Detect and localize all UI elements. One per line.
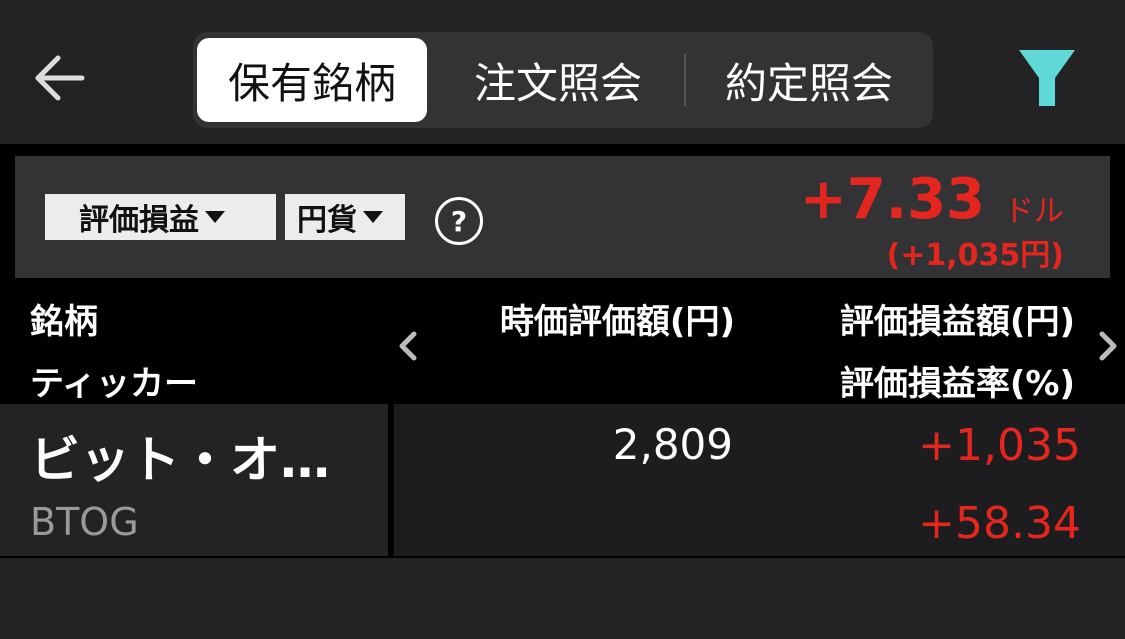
- col-market-value: 時価評価額(円): [499, 302, 735, 342]
- chevron-right-icon[interactable]: [1096, 330, 1120, 362]
- holding-pl-rate: +58.34: [918, 498, 1081, 549]
- holding-name: ビット・オ…: [30, 431, 330, 489]
- col-pl-rate: 評価損益率(%): [839, 364, 1075, 404]
- tab-order-inquiry[interactable]: 注文照会: [443, 38, 673, 122]
- metric-dropdown[interactable]: 評価損益: [45, 194, 276, 240]
- help-icon[interactable]: ?: [435, 197, 483, 245]
- col-ticker: ティッカー: [30, 364, 198, 404]
- currency-dropdown[interactable]: 円貨: [285, 194, 405, 240]
- tab-execution-inquiry[interactable]: 約定照会: [695, 38, 923, 122]
- chevron-down-icon: [363, 211, 383, 223]
- app-header: 保有銘柄 注文照会 約定照会: [0, 0, 1125, 144]
- column-header: 銘柄 ティッカー 時価評価額(円) 評価損益額(円) 評価損益率(%): [0, 278, 1125, 404]
- chevron-down-icon: [205, 211, 225, 223]
- arrow-left-icon: [35, 55, 85, 101]
- col-pl-amount: 評価損益額(円): [839, 302, 1075, 342]
- col-name: 銘柄: [30, 302, 98, 342]
- back-button[interactable]: [30, 48, 90, 108]
- segmented-tabs: 保有銘柄 注文照会 約定照会: [193, 32, 933, 128]
- tab-holdings[interactable]: 保有銘柄: [197, 38, 427, 122]
- total-pl-unit: ドル: [1004, 194, 1064, 229]
- holding-name-cell[interactable]: ビット・オ… BTOG: [0, 404, 388, 556]
- currency-dropdown-label: 円貨: [297, 203, 357, 238]
- holding-market-value: 2,809: [612, 420, 733, 469]
- summary-panel: 評価損益 円貨 ? +7.33 ドル (+1,035円): [15, 156, 1110, 278]
- total-pl-yen: (+1,035円): [886, 238, 1064, 273]
- total-pl-value: +7.33: [799, 167, 985, 232]
- metric-dropdown-label: 評価損益: [79, 203, 199, 238]
- filter-icon: [1019, 50, 1075, 106]
- holding-ticker: BTOG: [30, 500, 139, 544]
- table-row[interactable]: ビット・オ… BTOG 2,809 +1,035 +58.34: [0, 404, 1125, 556]
- filter-button[interactable]: [1015, 44, 1079, 110]
- tab-divider: [684, 54, 686, 106]
- column-divider: [388, 404, 394, 556]
- holding-pl-amount: +1,035: [918, 420, 1081, 471]
- chevron-left-icon[interactable]: [396, 330, 420, 362]
- empty-area: [0, 558, 1125, 639]
